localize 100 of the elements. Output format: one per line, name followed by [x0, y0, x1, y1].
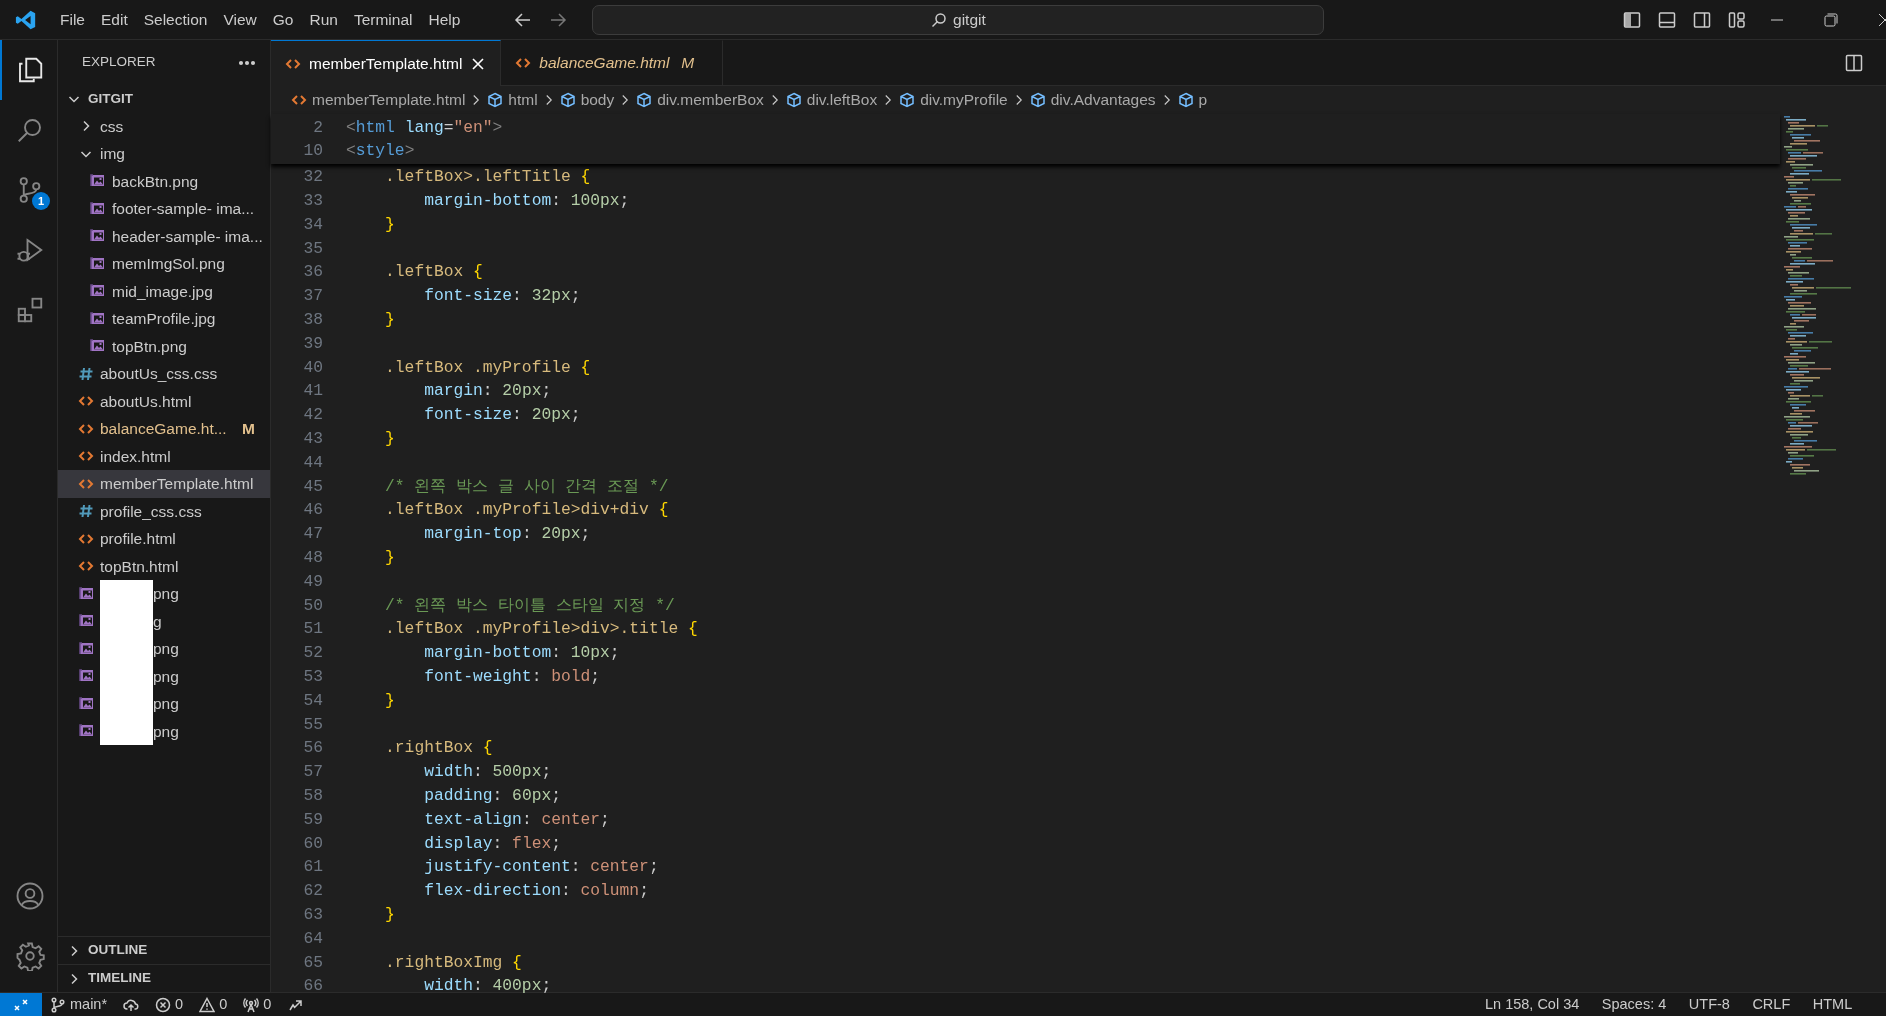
tree-item[interactable]: topBtn.png — [58, 332, 270, 360]
folder-item[interactable]: img — [58, 140, 270, 168]
file-name: memberTemplate.html — [100, 474, 254, 495]
code-line: padding: 60px; — [423, 785, 561, 807]
file-name: aboutUs_css.css — [100, 364, 218, 385]
code-line: } — [384, 547, 395, 570]
line-number: 66 — [302, 975, 324, 998]
tree-item[interactable]: teamProfile.jpg — [58, 305, 270, 333]
breadcrumb-item[interactable]: div.memberBox — [636, 88, 764, 112]
folder-item[interactable]: css — [58, 112, 270, 140]
breadcrumb-item[interactable]: p — [1177, 88, 1208, 112]
file-name: g — [153, 611, 162, 632]
status-item[interactable]: Ln 158, Col 34 — [1477, 992, 1587, 1016]
tree-item[interactable]: profile.html — [58, 525, 270, 553]
line-number: 60 — [302, 832, 324, 855]
editor-tab[interactable]: memberTemplate.html — [271, 40, 502, 86]
menu-item[interactable]: Edit — [93, 3, 136, 36]
breadcrumb-item[interactable]: div.leftBox — [785, 88, 878, 112]
code-line: <html lang="en"> — [346, 116, 503, 139]
line-number: 2 — [312, 116, 324, 139]
toggle-sidebar-icon[interactable] — [1621, 9, 1642, 30]
menu-item[interactable]: Selection — [135, 3, 216, 36]
tree-item[interactable]: profile_css.css — [58, 497, 270, 525]
menu-item[interactable]: Help — [420, 3, 469, 36]
file-name: png — [153, 694, 179, 715]
tree-item[interactable]: memImgSol.png — [58, 250, 270, 278]
css-file-icon — [78, 503, 94, 520]
status-item[interactable]: main* — [42, 992, 116, 1016]
redaction-block — [100, 717, 153, 745]
count-badge: 1 — [32, 192, 50, 210]
tree-item[interactable]: index.html — [58, 442, 270, 470]
customize-layout-icon[interactable] — [1726, 9, 1747, 30]
toggle-panel-icon[interactable] — [1656, 9, 1677, 30]
menu-item[interactable]: File — [52, 3, 93, 36]
menu-item[interactable]: Run — [301, 3, 346, 36]
status-item[interactable]: CRLF — [1744, 992, 1798, 1016]
section-title: OUTLINE — [88, 941, 148, 960]
file-name: profile_css.css — [100, 501, 202, 522]
status-item[interactable]: UTF-8 — [1681, 992, 1738, 1016]
menu-item[interactable]: Terminal — [345, 3, 421, 36]
remote-button[interactable] — [0, 992, 42, 1016]
tree-item[interactable]: png — [58, 635, 270, 663]
section-header[interactable]: OUTLINE — [58, 936, 270, 964]
settings-icon[interactable] — [15, 941, 45, 971]
line-number: 53 — [302, 666, 324, 688]
tree-item[interactable]: memberTemplate.html — [58, 470, 270, 498]
line-number: 43 — [302, 428, 324, 451]
extensions-icon[interactable] — [15, 295, 45, 325]
restore-icon[interactable] — [1823, 11, 1839, 28]
code-line: /* 왼쪽 박스 타이틀 스타일 지정 */ — [384, 594, 675, 617]
warning-icon — [199, 996, 216, 1013]
status-item[interactable]: Spaces: 4 — [1594, 992, 1674, 1016]
file-name: index.html — [100, 446, 171, 467]
tree-item[interactable]: aboutUs.html — [58, 387, 270, 415]
status-item[interactable]: 0 — [191, 992, 236, 1016]
cube-icon — [785, 92, 802, 108]
tree-item[interactable]: aboutUs_css.css — [58, 360, 270, 388]
tree-item[interactable]: topBtn.html — [58, 552, 270, 580]
antenna-icon — [243, 996, 260, 1013]
tree-item[interactable]: header-sample- ima... — [58, 222, 270, 250]
account-icon[interactable] — [15, 881, 45, 911]
tree-item[interactable]: png — [58, 662, 270, 690]
breadcrumb-item[interactable]: html — [487, 88, 538, 112]
code-line: <style> — [346, 140, 415, 163]
code-line: text-align: center; — [423, 808, 610, 831]
search-icon — [931, 11, 947, 28]
status-item[interactable]: 0 — [147, 992, 192, 1016]
tree-item[interactable]: backBtn.png — [58, 167, 270, 195]
file-name: png — [153, 584, 179, 605]
line-number: 46 — [302, 499, 324, 522]
image-file-icon — [78, 640, 95, 657]
file-name: png — [153, 721, 179, 742]
menu-item[interactable]: View — [215, 3, 265, 36]
tree-item[interactable]: balanceGame.ht... M — [58, 415, 270, 443]
line-number: 51 — [302, 618, 324, 641]
menu-item[interactable]: Go — [264, 3, 302, 36]
file-name: png — [153, 666, 179, 687]
breadcrumb-item[interactable]: body — [559, 88, 615, 112]
line-number: 36 — [302, 261, 324, 284]
breadcrumb-item[interactable]: div.Advantages — [1029, 88, 1156, 112]
folder-label: img — [100, 144, 125, 165]
close-icon[interactable] — [470, 55, 487, 72]
tree-item[interactable]: png — [58, 580, 270, 608]
code-line: margin-top: 20px; — [423, 523, 591, 546]
breadcrumb-item[interactable]: memberTemplate.html — [291, 88, 466, 112]
tree-item[interactable]: footer-sample- ima... — [58, 195, 270, 223]
line-number: 33 — [302, 190, 324, 213]
workspace-title[interactable]: GITGIT — [88, 88, 133, 109]
status-item[interactable]: 0 — [235, 992, 280, 1016]
toggle-secondary-sidebar-icon[interactable] — [1691, 9, 1712, 30]
status-item[interactable]: HTML — [1805, 992, 1860, 1016]
tree-item[interactable]: png — [58, 717, 270, 745]
tree-item[interactable]: mid_image.jpg — [58, 277, 270, 305]
code-line: .leftBox>.leftTitle { — [384, 166, 591, 189]
command-center[interactable]: gitgit — [592, 4, 1325, 35]
tree-item[interactable]: g — [58, 607, 270, 635]
tree-item[interactable]: png — [58, 690, 270, 718]
file-name: balanceGame.ht... — [100, 419, 227, 440]
breadcrumb-item[interactable]: div.myProfile — [899, 88, 1008, 112]
line-number: 58 — [302, 785, 324, 807]
